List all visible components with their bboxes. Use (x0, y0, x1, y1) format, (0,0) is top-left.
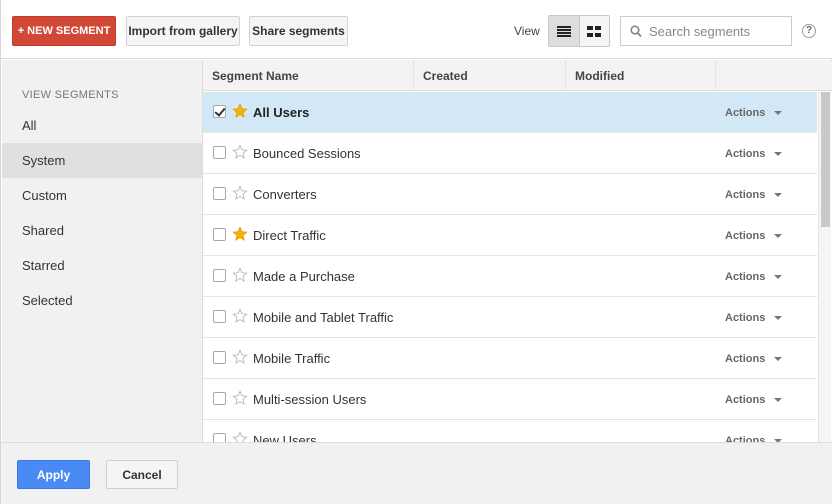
chevron-down-icon (774, 356, 783, 361)
segment-name[interactable]: Made a Purchase (253, 256, 355, 297)
actions-label: Actions (725, 352, 766, 365)
help-icon[interactable]: ? (802, 24, 816, 38)
search-box (620, 16, 792, 46)
column-header-segment-name[interactable]: Segment Name (203, 60, 414, 91)
grid-view-icon[interactable] (580, 16, 610, 46)
search-input[interactable] (649, 17, 789, 45)
toolbar: + NEW SEGMENT Import from gallery Share … (1, 0, 832, 59)
segment-name[interactable]: Mobile Traffic (253, 338, 330, 379)
segment-name[interactable]: Direct Traffic (253, 215, 326, 256)
actions-label: Actions (725, 188, 766, 201)
sidebar-heading: VIEW SEGMENTS (22, 89, 119, 101)
new-segment-button[interactable]: + NEW SEGMENT (12, 16, 116, 46)
actions-dropdown[interactable]: Actions (725, 256, 783, 297)
chevron-down-icon (774, 274, 783, 279)
view-label: View (514, 24, 540, 38)
row-checkbox[interactable] (213, 187, 226, 200)
sidebar-item-custom[interactable]: Custom (2, 178, 202, 213)
share-segments-button[interactable]: Share segments (249, 16, 348, 46)
segment-name[interactable]: Bounced Sessions (253, 133, 361, 174)
actions-label: Actions (725, 229, 766, 242)
row-checkbox[interactable] (213, 310, 226, 323)
row-checkbox[interactable] (213, 392, 226, 405)
table-row[interactable]: Multi-session Users Actions (203, 379, 817, 420)
view-toggle (548, 15, 610, 47)
actions-label: Actions (725, 434, 766, 443)
segment-picker-dialog: + NEW SEGMENT Import from gallery Share … (0, 0, 832, 504)
row-checkbox[interactable] (213, 146, 226, 159)
table-row[interactable]: Converters Actions (203, 174, 817, 215)
row-checkbox[interactable] (213, 228, 226, 241)
dialog-footer: Apply Cancel (1, 442, 832, 504)
chevron-down-icon (774, 233, 783, 238)
table-row[interactable]: Direct Traffic Actions (203, 215, 817, 256)
segment-name[interactable]: Multi-session Users (253, 379, 366, 420)
sidebar-item-shared[interactable]: Shared (2, 213, 202, 248)
column-header-modified[interactable]: Modified (566, 60, 716, 91)
segment-name[interactable]: All Users (253, 92, 309, 133)
sidebar-item-selected[interactable]: Selected (2, 283, 202, 318)
segments-table: Segment Name Created Modified All Users A… (203, 60, 832, 442)
table-header: Segment Name Created Modified (203, 60, 832, 91)
chevron-down-icon (774, 192, 783, 197)
star-outline-icon[interactable] (232, 308, 248, 324)
actions-dropdown[interactable]: Actions (725, 174, 783, 215)
star-outline-icon[interactable] (232, 431, 248, 442)
search-icon (630, 25, 642, 38)
actions-dropdown[interactable]: Actions (725, 420, 783, 443)
actions-label: Actions (725, 393, 766, 406)
segment-name[interactable]: Mobile and Tablet Traffic (253, 297, 393, 338)
chevron-down-icon (774, 110, 783, 115)
table-row[interactable]: New Users Actions (203, 420, 817, 442)
row-checkbox[interactable] (213, 433, 226, 442)
actions-label: Actions (725, 106, 766, 119)
star-outline-icon[interactable] (232, 144, 248, 160)
table-row[interactable]: All Users Actions (203, 92, 817, 133)
actions-dropdown[interactable]: Actions (725, 133, 783, 174)
sidebar-item-all[interactable]: All (2, 108, 202, 143)
sidebar-item-system[interactable]: System (2, 143, 202, 178)
import-from-gallery-button[interactable]: Import from gallery (126, 16, 240, 46)
star-filled-icon[interactable] (232, 103, 248, 119)
cancel-button[interactable]: Cancel (106, 460, 178, 489)
row-checkbox[interactable] (213, 105, 226, 118)
sidebar: VIEW SEGMENTS All System Custom Shared S… (2, 60, 203, 442)
column-header-created[interactable]: Created (414, 60, 566, 91)
sidebar-item-starred[interactable]: Starred (2, 248, 202, 283)
segment-name[interactable]: Converters (253, 174, 317, 215)
row-checkbox[interactable] (213, 269, 226, 282)
star-outline-icon[interactable] (232, 349, 248, 365)
actions-dropdown[interactable]: Actions (725, 338, 783, 379)
table-row[interactable]: Made a Purchase Actions (203, 256, 817, 297)
star-outline-icon[interactable] (232, 267, 248, 283)
table-scrollbar[interactable] (818, 92, 831, 442)
actions-dropdown[interactable]: Actions (725, 215, 783, 256)
list-view-icon[interactable] (549, 16, 580, 46)
actions-dropdown[interactable]: Actions (725, 92, 783, 133)
actions-dropdown[interactable]: Actions (725, 297, 783, 338)
scrollbar-thumb[interactable] (821, 92, 830, 227)
chevron-down-icon (774, 397, 783, 402)
row-checkbox[interactable] (213, 351, 226, 364)
table-row[interactable]: Bounced Sessions Actions (203, 133, 817, 174)
chevron-down-icon (774, 151, 783, 156)
segment-name[interactable]: New Users (253, 420, 317, 442)
actions-label: Actions (725, 270, 766, 283)
star-outline-icon[interactable] (232, 390, 248, 406)
actions-dropdown[interactable]: Actions (725, 379, 783, 420)
chevron-down-icon (774, 315, 783, 320)
table-row[interactable]: Mobile Traffic Actions (203, 338, 817, 379)
actions-label: Actions (725, 311, 766, 324)
star-outline-icon[interactable] (232, 185, 248, 201)
actions-label: Actions (725, 147, 766, 160)
apply-button[interactable]: Apply (17, 460, 90, 489)
table-row[interactable]: Mobile and Tablet Traffic Actions (203, 297, 817, 338)
star-filled-icon[interactable] (232, 226, 248, 242)
